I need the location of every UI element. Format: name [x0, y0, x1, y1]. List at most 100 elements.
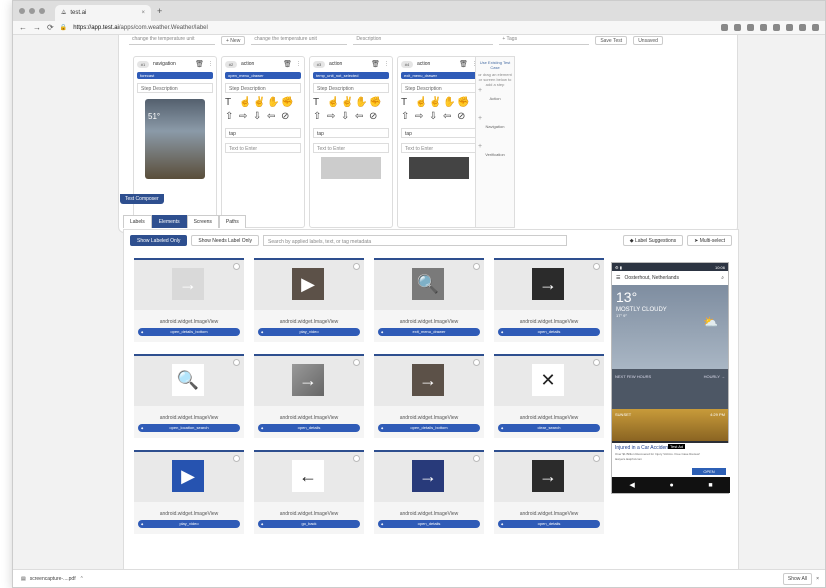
new-test-button[interactable]: + New — [221, 36, 246, 45]
extension-icon[interactable] — [747, 24, 754, 31]
profile-avatar[interactable] — [799, 24, 806, 31]
swipe-icon[interactable]: ✋ — [267, 97, 279, 109]
extension-icon[interactable] — [786, 24, 793, 31]
add-navigation-option[interactable]: Navigation — [476, 124, 514, 129]
url-bar[interactable]: https://app.test.ai/apps/com.weather.Wea… — [73, 25, 208, 31]
tab-labels[interactable]: Labels — [123, 215, 152, 228]
text-to-enter-field[interactable]: Text to Enter — [401, 143, 477, 153]
window-controls[interactable] — [19, 8, 45, 14]
element-card[interactable]: ✕ android.widget.ImageView clear_search — [494, 354, 604, 438]
element-card[interactable]: 🔍 android.widget.ImageView open_location_s… — [134, 354, 244, 438]
text-to-enter-field[interactable]: Text to Enter — [313, 143, 389, 153]
step-description-field[interactable]: Step Description — [137, 83, 213, 93]
element-label-pill[interactable]: clear_search — [498, 424, 600, 432]
close-icon[interactable]: × — [816, 576, 819, 582]
test-title-field[interactable]: change the temperature unit — [251, 36, 348, 45]
element-label-pill[interactable]: open_details — [378, 520, 480, 528]
ad-open-button[interactable]: OPEN — [692, 468, 726, 475]
element-card[interactable]: → android.widget.ImageView open_details — [254, 354, 364, 438]
element-label-pill[interactable]: open_details_bottom — [378, 424, 480, 432]
swipe-up-icon[interactable]: ⇧ — [313, 111, 325, 123]
element-card[interactable]: → android.widget.ImageView open_details_bo… — [134, 258, 244, 342]
swipe-right-icon[interactable]: ⇨ — [415, 111, 427, 123]
test-composer-tab[interactable]: Test Composer — [120, 194, 164, 204]
home-nav-icon[interactable]: ● — [669, 482, 673, 489]
minimize-window-icon[interactable] — [29, 8, 35, 14]
select-checkbox[interactable] — [233, 455, 240, 462]
more-icon[interactable]: ⋮ — [296, 61, 301, 67]
back-icon[interactable]: ← — [19, 23, 27, 32]
select-checkbox[interactable] — [473, 359, 480, 366]
swipe-down-icon[interactable]: ⇩ — [341, 111, 353, 123]
element-card[interactable]: → android.widget.ImageView open_details — [494, 450, 604, 534]
element-label-pill[interactable]: open_details — [498, 520, 600, 528]
hourly-link[interactable]: HOURLY → — [704, 374, 725, 379]
swipe-right-icon[interactable]: ⇨ — [327, 111, 339, 123]
add-navigation-icon[interactable]: + — [476, 115, 514, 122]
action-verb-field[interactable]: tap — [313, 128, 389, 138]
browser-tab[interactable]: ⟁ test.ai × — [55, 5, 151, 21]
recents-nav-icon[interactable]: ■ — [708, 482, 712, 489]
element-label-pill[interactable]: exit_menu_drawer — [378, 328, 480, 336]
chevron-up-icon[interactable]: ⌃ — [80, 576, 84, 582]
trash-icon[interactable]: 🗑 — [195, 60, 204, 68]
element-label-pill[interactable]: open_location_search — [138, 424, 240, 432]
step-description-field[interactable]: Step Description — [401, 83, 477, 93]
test-name-field[interactable]: change the temperature unit — [129, 36, 215, 45]
step-label-pill[interactable]: temp_unit_not_selected — [313, 72, 389, 79]
tags-field[interactable]: + Tags — [499, 36, 590, 45]
tap-icon[interactable]: ☝ — [415, 97, 427, 109]
select-checkbox[interactable] — [593, 263, 600, 270]
maximize-window-icon[interactable] — [39, 8, 45, 14]
tap-icon[interactable]: ☝ — [327, 97, 339, 109]
tap-icon[interactable]: ☝ — [239, 97, 251, 109]
swipe-left-icon[interactable]: ⇦ — [443, 111, 455, 123]
step-label-pill[interactable]: forecast — [137, 72, 213, 79]
step-description-field[interactable]: Step Description — [225, 83, 301, 93]
step-description-field[interactable]: Step Description — [313, 83, 389, 93]
action-verb-field[interactable]: tap — [225, 128, 301, 138]
tab-paths[interactable]: Paths — [218, 215, 246, 228]
swipe-left-icon[interactable]: ⇦ — [267, 111, 279, 123]
swipe-up-icon[interactable]: ⇧ — [225, 111, 237, 123]
select-checkbox[interactable] — [353, 359, 360, 366]
trash-icon[interactable]: 🗑 — [459, 60, 468, 68]
description-field[interactable]: Description — [353, 36, 494, 45]
element-label-pill[interactable]: open_details_bottom — [138, 328, 240, 336]
element-card[interactable]: ▶ android.widget.ImageView play_video — [254, 258, 364, 342]
close-tab-icon[interactable]: × — [141, 10, 145, 16]
show-labeled-only-button[interactable]: Show Labeled Only — [130, 235, 188, 246]
long-press-icon[interactable]: ✊ — [457, 97, 469, 109]
reload-icon[interactable]: ⟳ — [47, 23, 54, 32]
close-window-icon[interactable] — [19, 8, 25, 14]
more-icon[interactable]: ⋮ — [208, 61, 213, 67]
star-icon[interactable] — [721, 24, 728, 31]
extension-icon[interactable] — [773, 24, 780, 31]
step-label-pill[interactable]: open_menu_drawer — [225, 72, 301, 79]
step-card[interactable]: #3 action 🗑 ⋮ temp_unit_not_selected Ste… — [309, 56, 393, 228]
no-action-icon[interactable]: ⊘ — [281, 111, 293, 123]
type-text-icon[interactable]: T — [225, 97, 237, 109]
action-verb-field[interactable]: tap — [401, 128, 477, 138]
select-checkbox[interactable] — [353, 455, 360, 462]
select-checkbox[interactable] — [473, 263, 480, 270]
swipe-icon[interactable]: ✋ — [355, 97, 367, 109]
step-card[interactable]: #2 action 🗑 ⋮ open_menu_drawer Step Desc… — [221, 56, 305, 228]
element-card[interactable]: 🔍 android.widget.ImageView exit_menu_drawe… — [374, 258, 484, 342]
element-card[interactable]: ← android.widget.ImageView go_back — [254, 450, 364, 534]
tab-elements[interactable]: Elements — [151, 215, 187, 228]
select-checkbox[interactable] — [233, 359, 240, 366]
show-needs-label-button[interactable]: Show Needs Label Only — [191, 235, 260, 246]
menu-icon[interactable] — [812, 24, 819, 31]
add-action-option[interactable]: Action — [476, 96, 514, 101]
select-checkbox[interactable] — [233, 263, 240, 270]
extension-icon[interactable] — [760, 24, 767, 31]
save-test-button[interactable]: Save Test — [595, 36, 628, 45]
search-input[interactable]: Search by applied labels, text, or tag m… — [263, 235, 568, 246]
multi-select-button[interactable]: ➤ Multi-select — [687, 235, 732, 246]
no-action-icon[interactable]: ⊘ — [457, 111, 469, 123]
add-verification-option[interactable]: Verification — [476, 152, 514, 157]
element-card[interactable]: → android.widget.ImageView open_details — [374, 450, 484, 534]
back-nav-icon[interactable]: ◀ — [629, 481, 634, 489]
type-text-icon[interactable]: T — [401, 97, 413, 109]
